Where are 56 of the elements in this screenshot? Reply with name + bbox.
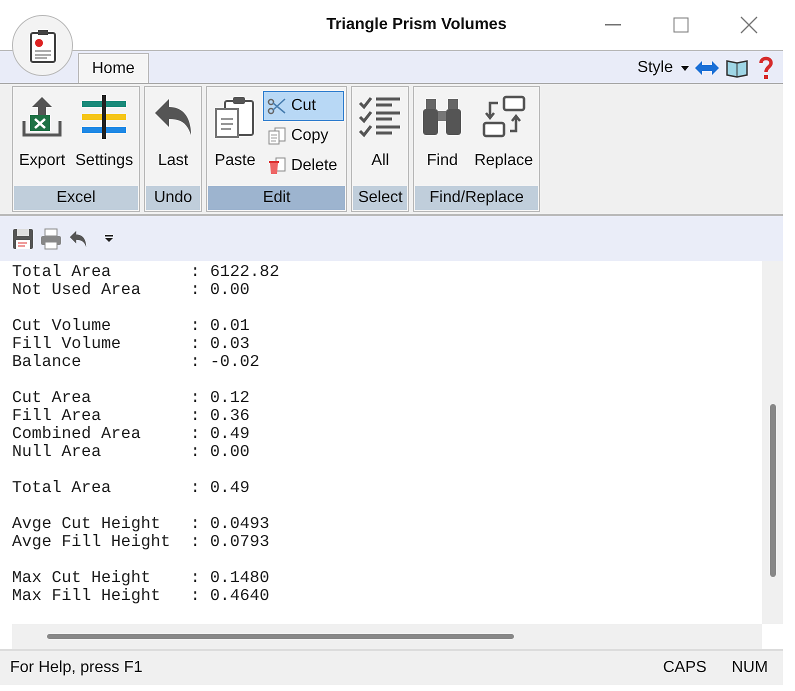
group-label: Edit xyxy=(208,186,346,210)
maximize-icon xyxy=(673,17,689,33)
group-label: Excel xyxy=(14,186,138,210)
ribbon-button[interactable]: Replace xyxy=(470,91,538,179)
spreadsheet-export-icon xyxy=(20,95,64,139)
status-indicator: CAPS xyxy=(662,658,707,678)
ribbon-button[interactable]: All xyxy=(354,91,406,179)
report-line: Not Used Area : 0.00 xyxy=(12,281,250,299)
ribbon-small-button[interactable]: Cut xyxy=(263,91,344,121)
report-line: Combined Area : 0.49 xyxy=(12,425,250,443)
report-line: Cut Volume : 0.01 xyxy=(12,317,250,335)
group-label: Find/Replace xyxy=(415,186,538,210)
report-line: Avge Fill Height : 0.0793 xyxy=(12,533,270,551)
copy-icon xyxy=(267,126,288,146)
report-line: Avge Cut Height : 0.0493 xyxy=(12,515,270,533)
minimize-icon xyxy=(605,24,621,26)
report-line: Total Area : 6122.82 xyxy=(12,263,280,281)
status-help-text: For Help, press F1 xyxy=(10,658,142,678)
horizontal-scrollbar[interactable] xyxy=(12,624,762,649)
ribbon-small-button[interactable]: Copy xyxy=(263,121,344,151)
status-indicator: NUM xyxy=(732,658,768,678)
close-icon xyxy=(740,16,758,34)
scissors-icon xyxy=(267,96,288,116)
double-arrow-icon[interactable] xyxy=(695,61,719,75)
ribbon-button[interactable]: Settings xyxy=(71,91,138,179)
report-line: Fill Area : 0.36 xyxy=(12,407,250,425)
ribbon-small-button[interactable]: Delete xyxy=(263,151,344,181)
trash-icon xyxy=(267,156,288,176)
report-line: Null Area : 0.00 xyxy=(12,443,250,461)
window-title: Triangle Prism Volumes xyxy=(326,16,507,33)
report-line: Cut Area : 0.12 xyxy=(12,389,250,407)
book-icon[interactable] xyxy=(725,58,749,78)
save-icon[interactable] xyxy=(12,228,34,250)
ribbon-button[interactable]: Export xyxy=(15,91,70,179)
printer-icon[interactable] xyxy=(40,228,62,250)
ribbon-button[interactable]: Last xyxy=(147,91,200,179)
ribbon-button[interactable]: Paste xyxy=(209,91,262,179)
checklist-icon xyxy=(358,95,402,139)
report-line: Max Fill Height : 0.4640 xyxy=(12,587,270,605)
ribbon-button[interactable]: Find xyxy=(416,91,468,179)
report-line: Max Cut Height : 0.1480 xyxy=(12,569,270,587)
clipboard-chart-icon xyxy=(30,28,56,62)
undo-icon[interactable] xyxy=(68,228,88,248)
group-label: Select xyxy=(353,186,408,210)
swap-boxes-icon xyxy=(482,95,526,139)
ribbon-tab[interactable]: Home xyxy=(78,53,149,83)
style-dropdown[interactable]: Style xyxy=(637,56,689,80)
help-icon[interactable] xyxy=(759,56,773,80)
group-label: Undo xyxy=(146,186,200,210)
report-line: Total Area : 0.49 xyxy=(12,479,250,497)
columns-settings-icon xyxy=(82,95,126,139)
vertical-scrollbar[interactable] xyxy=(762,261,783,624)
report-line: Balance : -0.02 xyxy=(12,353,260,371)
caret-icon xyxy=(681,66,689,70)
customize-dropdown-icon[interactable] xyxy=(104,234,114,244)
report-line: Fill Volume : 0.03 xyxy=(12,335,250,353)
